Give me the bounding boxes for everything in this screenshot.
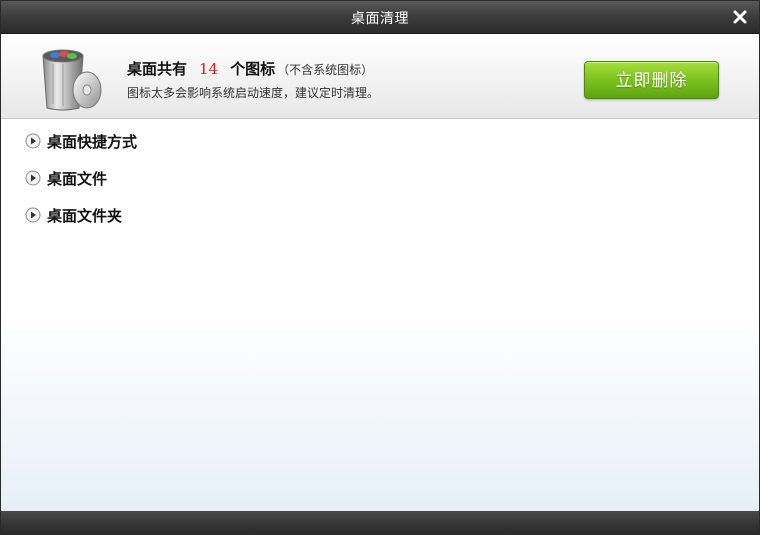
system-icons-note: （不含系统图标） bbox=[277, 63, 374, 77]
category-shortcuts[interactable]: 桌面快捷方式 bbox=[25, 130, 137, 152]
trash-bin-icon bbox=[42, 49, 102, 111]
status-bar bbox=[1, 511, 759, 534]
close-button[interactable] bbox=[729, 6, 751, 28]
summary-suffix: 个图标 bbox=[230, 60, 276, 78]
expand-arrow-icon[interactable] bbox=[25, 170, 41, 186]
title-bar[interactable]: 桌面清理 bbox=[1, 1, 759, 34]
expand-arrow-icon[interactable] bbox=[25, 133, 41, 149]
expand-arrow-icon[interactable] bbox=[25, 207, 41, 223]
category-folders[interactable]: 桌面文件夹 bbox=[25, 204, 122, 226]
summary-prefix: 桌面共有 bbox=[127, 60, 188, 78]
summary-panel: 桌面共有 14 个图标 （不含系统图标） 图标太多会影响系统启动速度，建议定时清理。 … bbox=[1, 34, 759, 119]
category-list: 桌面快捷方式 桌面文件 桌面文件夹 bbox=[1, 119, 759, 511]
delete-now-button[interactable]: 立即删除 bbox=[584, 61, 719, 99]
category-label: 桌面文件夹 bbox=[47, 206, 123, 225]
close-icon bbox=[733, 10, 747, 24]
category-label: 桌面文件 bbox=[47, 169, 108, 188]
cleanup-hint: 图标太多会影响系统启动速度，建议定时清理。 bbox=[127, 86, 380, 100]
category-files[interactable]: 桌面文件 bbox=[25, 167, 107, 189]
icon-count-summary: 桌面共有 14 个图标 （不含系统图标） bbox=[127, 58, 373, 79]
icon-count: 14 bbox=[199, 60, 219, 78]
window-title: 桌面清理 bbox=[351, 11, 409, 27]
category-label: 桌面快捷方式 bbox=[47, 132, 138, 151]
desktop-cleanup-window: 桌面清理 桌面共有 14 个图标 （不含系统图标） 图标太多会影响系统启动速度，… bbox=[0, 0, 760, 535]
